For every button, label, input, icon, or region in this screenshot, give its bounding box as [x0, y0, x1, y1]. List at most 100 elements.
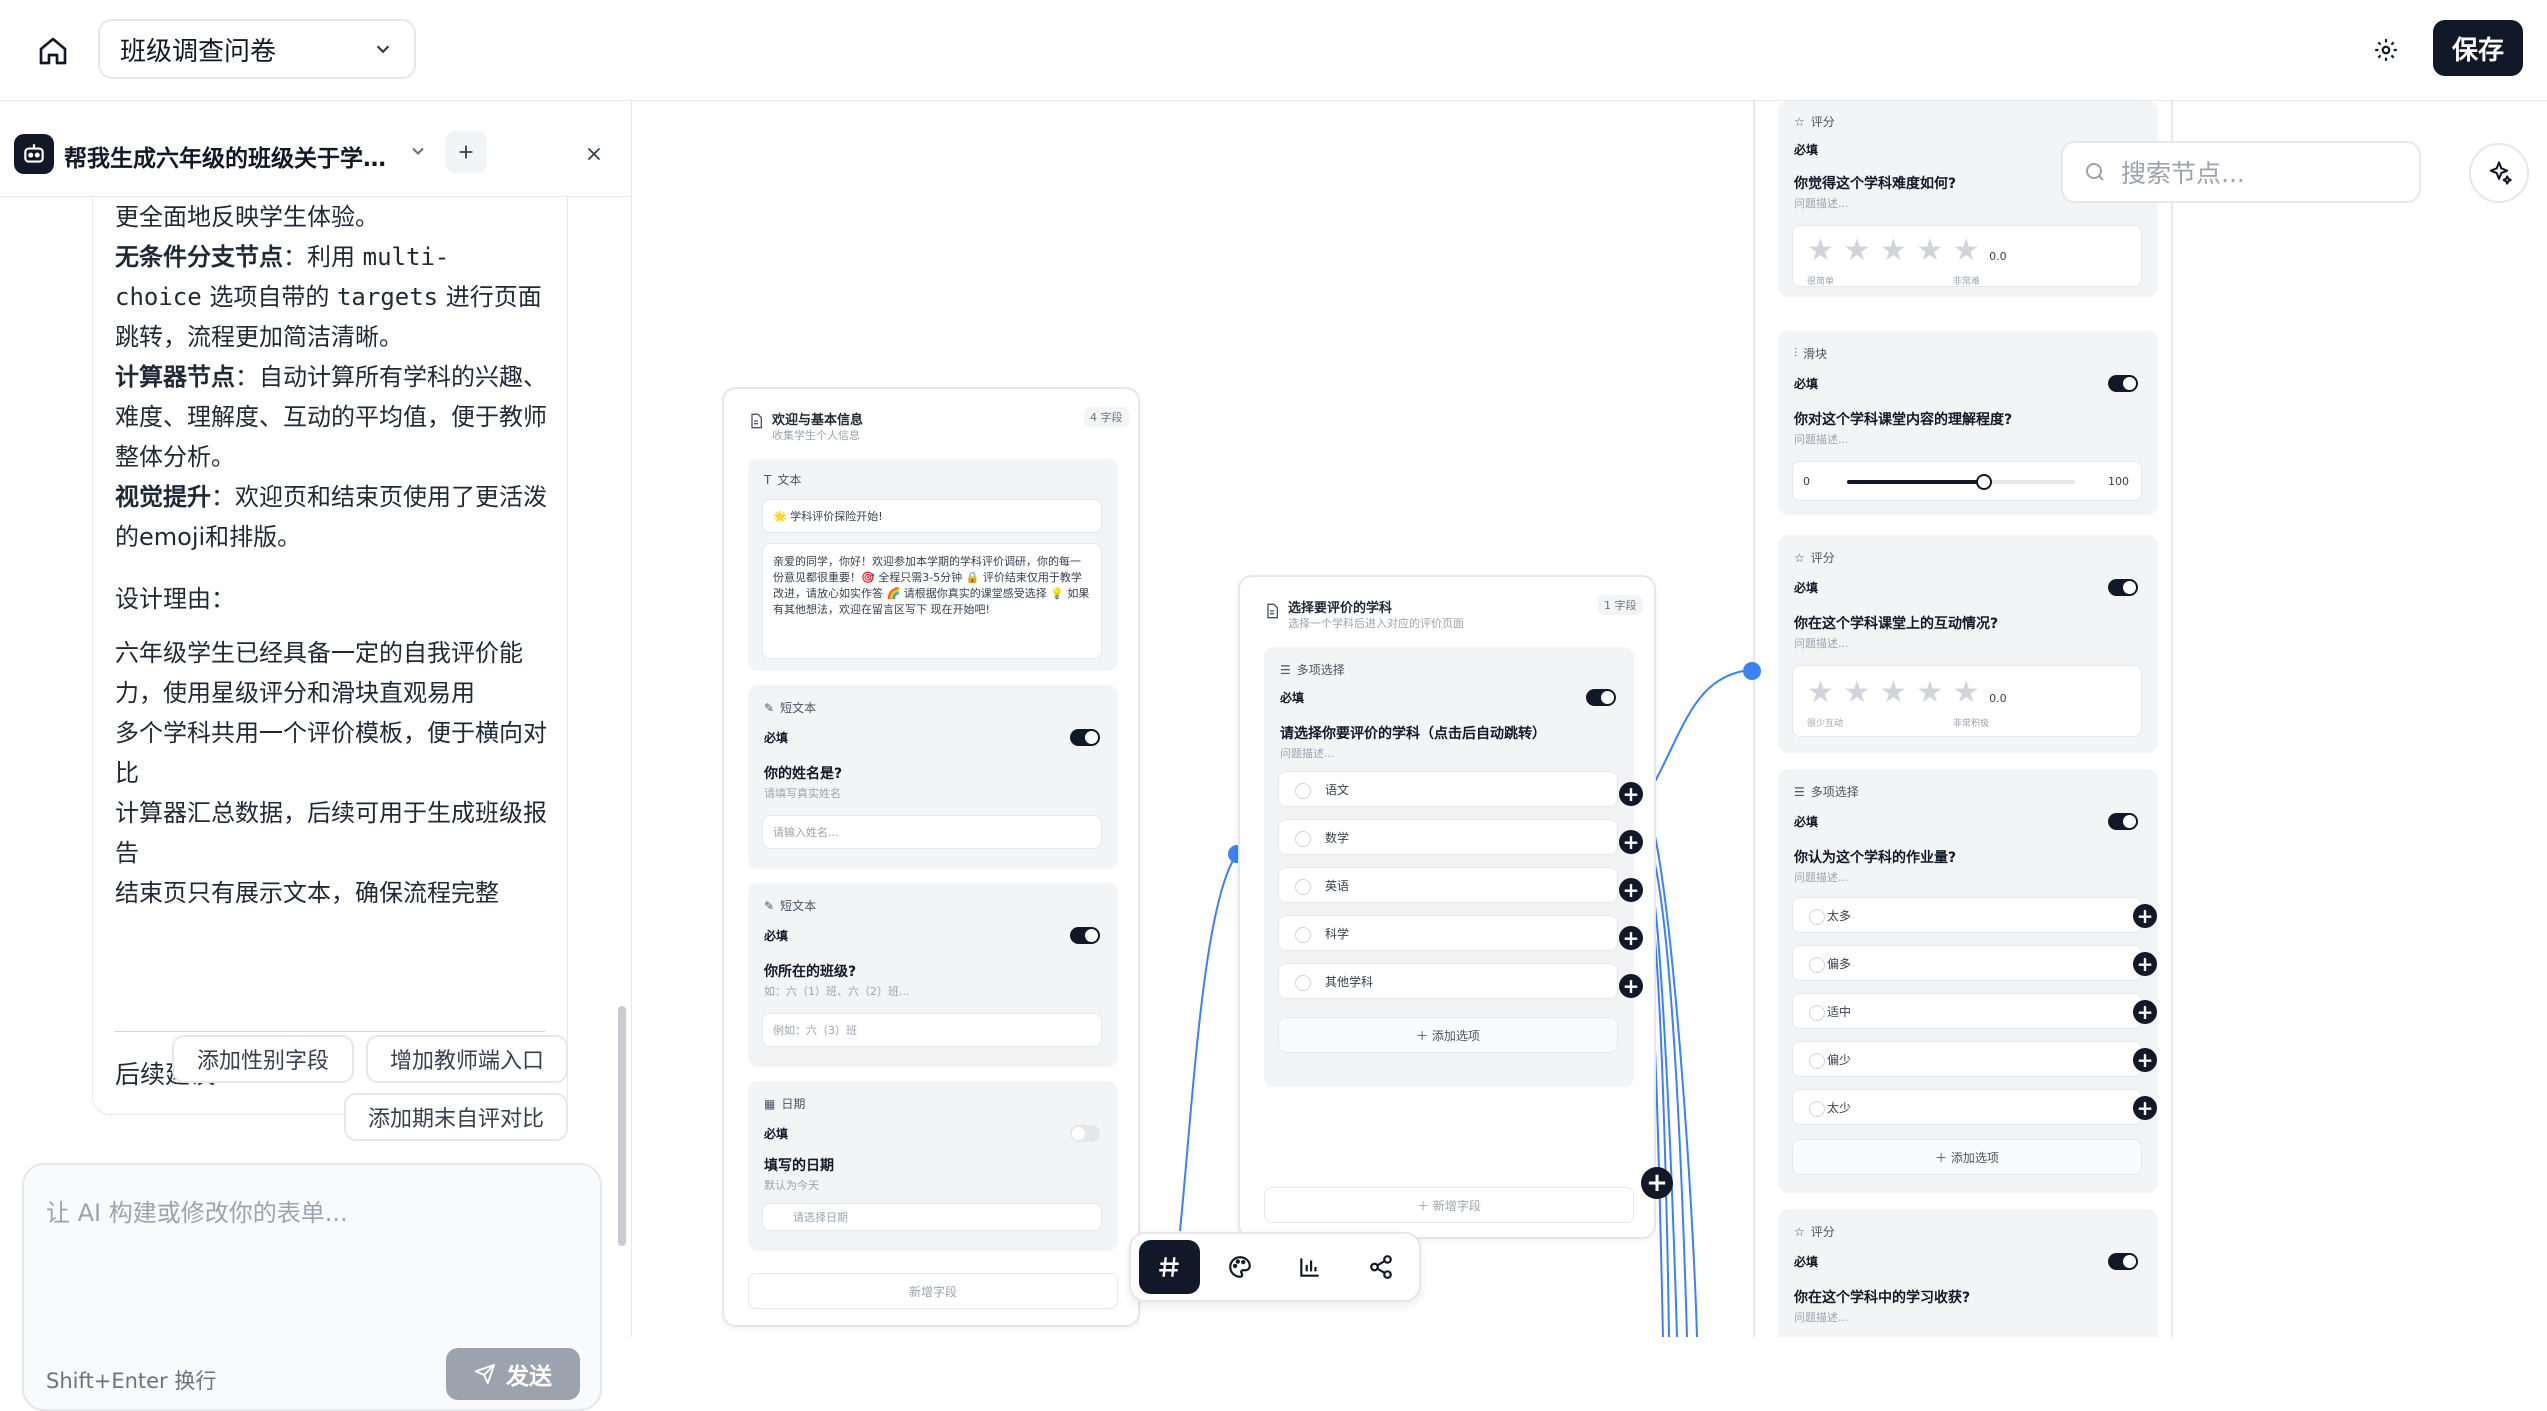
required-toggle[interactable]	[1586, 689, 1616, 706]
option-item[interactable]: 太少	[1792, 1089, 2142, 1125]
required-toggle[interactable]	[1070, 927, 1100, 944]
option-connect-handle[interactable]: +	[1619, 878, 1643, 902]
hash-icon[interactable]	[1139, 1240, 1200, 1294]
class-input[interactable]: 例如：六（3）班	[762, 1013, 1102, 1047]
add-option-button[interactable]: ＋ 添加选项	[1792, 1139, 2142, 1175]
suggestion-chip[interactable]: 添加性别字段	[172, 1035, 354, 1083]
star-icon[interactable]: ★	[1834, 675, 1870, 710]
option-item[interactable]: 适中	[1792, 993, 2142, 1029]
suggestion-chip[interactable]: 增加教师端入口	[366, 1035, 568, 1083]
required-toggle[interactable]	[1070, 729, 1100, 746]
field-date[interactable]: ▦ 日期 必填 填写的日期 默认为今天 请选择日期	[748, 1081, 1118, 1251]
option-item[interactable]: 语文	[1278, 771, 1618, 807]
required-toggle[interactable]	[2108, 1253, 2138, 1270]
option-item[interactable]: 英语	[1278, 867, 1618, 903]
chat-title[interactable]: 帮我生成六年级的班级关于学…	[64, 139, 404, 173]
send-button[interactable]: 发送	[446, 1348, 580, 1400]
slider-thumb[interactable]	[1975, 474, 1992, 490]
field-text[interactable]: T 文本 🌟 学科评价探险开始! 亲爱的同学，你好！欢迎参加本学期的学科评价调研，…	[748, 459, 1118, 671]
required-toggle[interactable]	[2108, 579, 2138, 596]
option-connect-handle[interactable]: +	[1619, 782, 1643, 806]
rating-control[interactable]: ★ ★ ★ ★ ★ 0.0 很简单 非常难	[1792, 225, 2142, 287]
node-subject-select[interactable]: 选择要评价的学科 选择一个学科后进入对应的评价页面 1 字段 ☰ 多项选择 必填 …	[1238, 575, 1656, 1239]
option-item[interactable]: 太多	[1792, 897, 2142, 933]
name-input[interactable]: 请输入姓名...	[762, 815, 1102, 849]
required-toggle[interactable]	[2108, 813, 2138, 830]
bar-chart-icon[interactable]	[1280, 1240, 1341, 1294]
field-homework[interactable]: ☰ 多项选择 必填 你认为这个学科的作业量? 问题描述... 太多 偏多 适中 偏…	[1778, 769, 2158, 1193]
field-slider-understanding[interactable]: ⫶ 滑块 必填 你对这个学科课堂内容的理解程度? 问题描述... 0 100	[1778, 331, 2158, 515]
field-name[interactable]: ✎ 短文本 必填 你的姓名是? 请填写真实姓名 请输入姓名...	[748, 685, 1118, 869]
form-selector[interactable]: 班级调查问卷	[98, 19, 416, 79]
gear-icon[interactable]	[2366, 30, 2406, 70]
star-icon[interactable]: ★	[1807, 233, 1834, 268]
edge	[1650, 670, 1744, 790]
star-icon[interactable]: ★	[1907, 675, 1943, 710]
star-icon[interactable]: ★	[1870, 233, 1907, 268]
save-button[interactable]: 保存	[2433, 20, 2523, 76]
field-multi-choice[interactable]: ☰ 多项选择 必填 请选择你要评价的学科（点击后自动跳转） 问题描述... 语文 …	[1264, 647, 1634, 1087]
option-item[interactable]: 数学	[1278, 819, 1618, 855]
star-icon[interactable]: ★	[1870, 675, 1907, 710]
slider-track[interactable]	[1847, 474, 2075, 490]
option-connect-handle[interactable]: +	[1619, 974, 1643, 998]
add-field-button[interactable]: ＋ 新增字段	[1264, 1187, 1634, 1223]
composer-hint: Shift+Enter 换行	[46, 1369, 217, 1393]
node-subject-evaluation[interactable]: ☆ 评分 必填 你觉得这个学科难度如何? 问题描述... ★ ★ ★ ★ ★ 0.…	[1768, 101, 2168, 1337]
document-icon	[748, 413, 764, 429]
star-icon[interactable]: ★	[1907, 233, 1943, 268]
option-connect-handle[interactable]: +	[2133, 904, 2157, 928]
field-class[interactable]: ✎ 短文本 必填 你所在的班级? 如：六（1）班、六（2）班... 例如：六（3）…	[748, 883, 1118, 1067]
required-toggle[interactable]	[1070, 1125, 1100, 1142]
flow-canvas[interactable]: 欢迎与基本信息 收集学生个人信息 4 字段 T 文本 🌟 学科评价探险开始! 亲爱…	[633, 101, 2547, 1337]
palette-icon[interactable]	[1210, 1240, 1271, 1294]
suggestion-chip[interactable]: 添加期末自评对比	[344, 1093, 568, 1141]
sparkles-icon[interactable]	[2469, 143, 2529, 203]
scrollbar-thumb[interactable]	[618, 1006, 626, 1246]
node-welcome[interactable]: 欢迎与基本信息 收集学生个人信息 4 字段 T 文本 🌟 学科评价探险开始! 亲爱…	[722, 387, 1140, 1327]
add-option-button[interactable]: ＋ 添加选项	[1278, 1017, 1618, 1053]
field-rating-interaction[interactable]: ☆ 评分 必填 你在这个学科课堂上的互动情况? 问题描述... ★ ★ ★ ★ ★…	[1778, 535, 2158, 753]
new-chat-button[interactable]	[445, 131, 487, 173]
slider-min: 0	[1803, 474, 1810, 488]
option-connect-handle[interactable]: +	[1619, 926, 1643, 950]
required-toggle[interactable]	[2108, 375, 2138, 392]
field-rating-gain[interactable]: ☆ 评分 必填 你在这个学科中的学习收获? 问题描述...	[1778, 1209, 2158, 1337]
option-item[interactable]: 偏少	[1792, 1041, 2142, 1077]
composer-input[interactable]: 让 AI 构建或修改你的表单...	[46, 1193, 348, 1228]
option-connect-handle[interactable]: +	[2133, 1096, 2157, 1120]
text-heading[interactable]: 🌟 学科评价探险开始!	[762, 499, 1102, 533]
star-icon[interactable]: ★	[1943, 675, 1980, 710]
question-text: 你认为这个学科的作业量?	[1794, 850, 1957, 866]
node-input-handle[interactable]	[1743, 662, 1761, 680]
add-option-label: 添加选项	[1431, 1028, 1480, 1043]
option-connect-handle[interactable]: +	[2133, 1000, 2157, 1024]
bot-icon	[14, 134, 54, 174]
chat-composer[interactable]: 让 AI 构建或修改你的表单... Shift+Enter 换行 发送	[22, 1163, 602, 1411]
slider-control[interactable]: 0 100	[1792, 461, 2142, 501]
share-icon[interactable]	[1351, 1240, 1412, 1294]
option-item[interactable]: 其他学科	[1278, 963, 1618, 999]
chevron-down-icon[interactable]	[408, 141, 428, 161]
close-icon[interactable]	[583, 143, 605, 165]
option-connect-handle[interactable]: +	[1619, 830, 1643, 854]
option-connect-handle[interactable]: +	[2133, 1048, 2157, 1072]
pencil-icon: ✎	[764, 700, 775, 715]
option-item[interactable]: 偏多	[1792, 945, 2142, 981]
star-icon[interactable]: ★	[1834, 233, 1870, 268]
node-search-input[interactable]: 搜索节点...	[2061, 141, 2421, 203]
text-body[interactable]: 亲爱的同学，你好！欢迎参加本学期的学科评价调研，你的每一份意见都很重要！🎯 全程…	[762, 543, 1102, 659]
star-icon[interactable]: ★	[1943, 233, 1980, 268]
home-icon[interactable]	[30, 28, 76, 74]
star-icon[interactable]: ★	[1807, 675, 1834, 710]
chat-panel: 帮我生成六年级的班级关于学… 更全面地反映学生体验。 无条件分支节点：利用 mu…	[0, 101, 632, 1411]
field-type-label: 短文本	[780, 899, 817, 913]
pencil-icon: ✎	[764, 898, 775, 913]
add-field-button[interactable]: 新增字段	[748, 1273, 1118, 1309]
rating-control[interactable]: ★ ★ ★ ★ ★ 0.0 很少互动 非常积极	[1792, 665, 2142, 737]
scrollbar[interactable]	[618, 296, 626, 1256]
option-item[interactable]: 科学	[1278, 915, 1618, 951]
date-input[interactable]: 请选择日期	[762, 1203, 1102, 1231]
node-output-handle[interactable]: +	[1641, 1167, 1673, 1199]
option-connect-handle[interactable]: +	[2133, 952, 2157, 976]
